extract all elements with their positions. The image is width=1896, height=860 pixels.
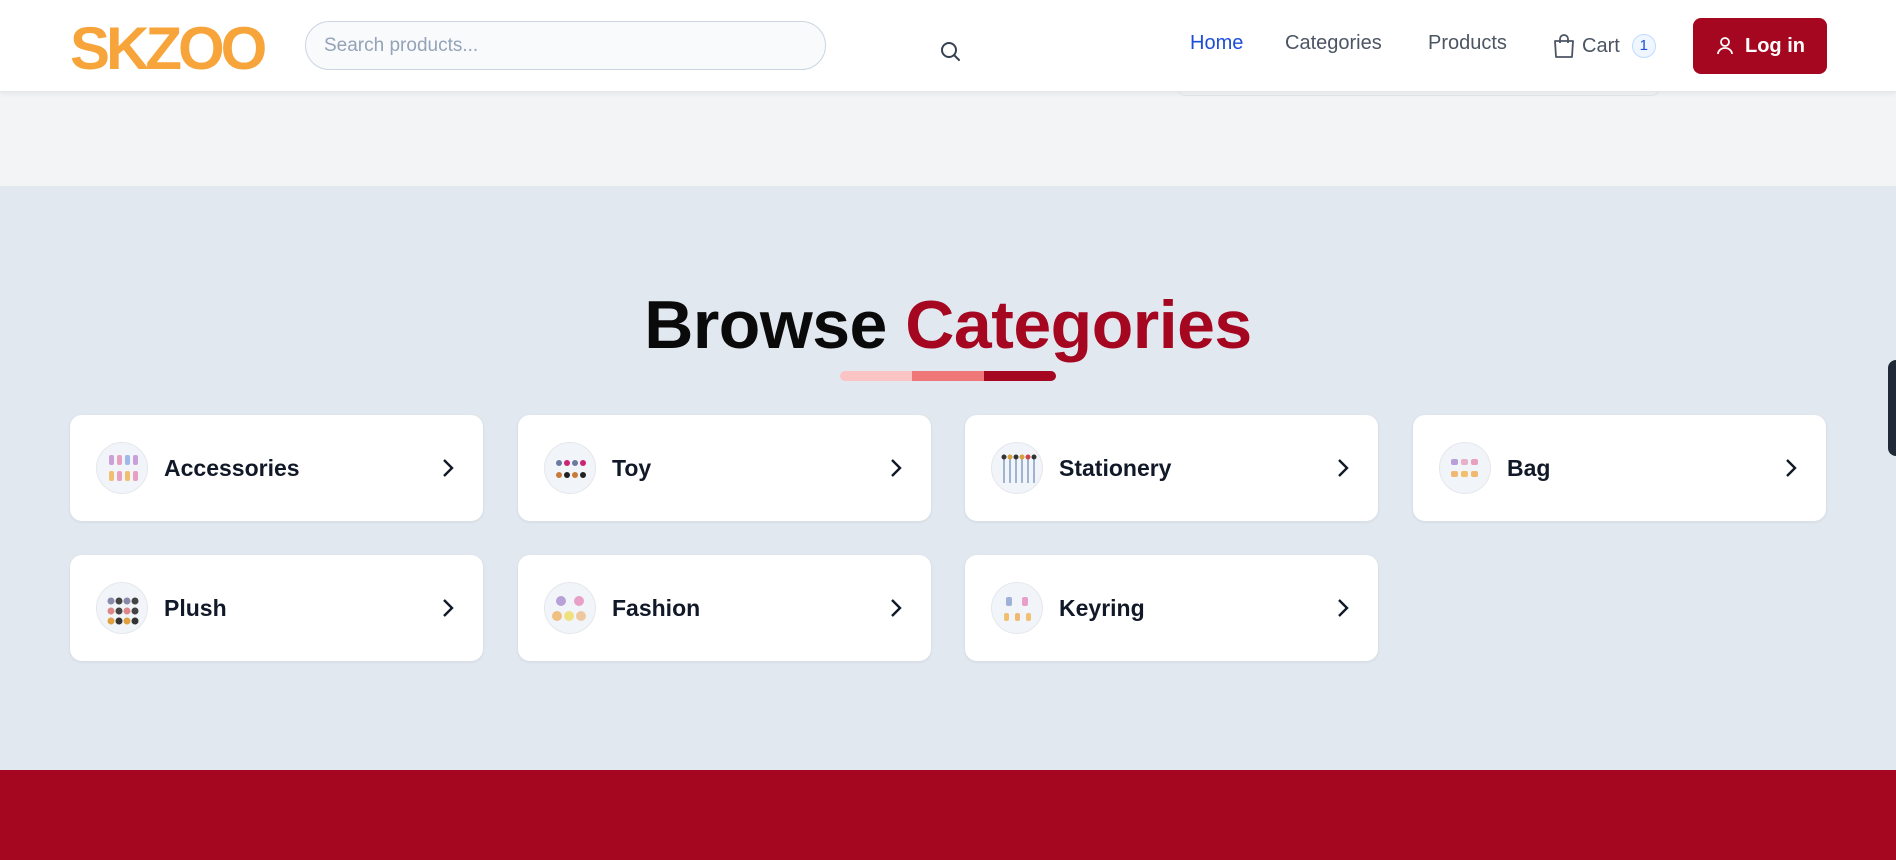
chevron-right-icon	[1786, 459, 1797, 477]
chevron-right-icon	[1338, 599, 1349, 617]
category-label: Plush	[164, 594, 227, 621]
section-title-part1: Browse	[644, 287, 887, 363]
login-label: Log in	[1745, 34, 1805, 57]
category-card-keyring[interactable]: Keyring	[965, 555, 1378, 661]
category-label: Fashion	[612, 594, 701, 621]
category-label: Bag	[1507, 454, 1551, 481]
category-thumbnail	[544, 442, 596, 494]
category-thumbnail	[991, 442, 1043, 494]
chevron-right-icon	[443, 599, 454, 617]
category-card-plush[interactable]: Plush	[70, 555, 483, 661]
chevron-right-icon	[1338, 459, 1349, 477]
category-thumbnail	[96, 582, 148, 634]
cart-link[interactable]: Cart 1	[1552, 30, 1656, 62]
category-card-stationery[interactable]: Stationery	[965, 415, 1378, 521]
category-thumbnail	[544, 582, 596, 634]
category-label: Stationery	[1059, 454, 1172, 481]
chevron-right-icon	[891, 459, 902, 477]
footer-band	[0, 770, 1896, 860]
nav-products[interactable]: Products	[1428, 32, 1507, 55]
chevron-right-icon	[443, 459, 454, 477]
category-label: Keyring	[1059, 594, 1145, 621]
login-button[interactable]: Log in	[1693, 18, 1827, 74]
category-label: Accessories	[164, 454, 300, 481]
skzoo-logo[interactable]: SKZOO	[70, 16, 276, 76]
previous-section-band	[0, 92, 1896, 186]
category-card-toy[interactable]: Toy	[518, 415, 931, 521]
title-underline	[840, 371, 1056, 381]
user-icon	[1717, 37, 1733, 55]
category-thumbnail	[1439, 442, 1491, 494]
cart-count-badge: 1	[1631, 34, 1656, 58]
search-icon[interactable]	[937, 38, 965, 66]
site-header: SKZOO Home Categories Products Cart 1 Lo…	[0, 0, 1896, 92]
search-input[interactable]	[305, 21, 826, 70]
logo-text: SKZOO	[70, 16, 266, 76]
browse-categories-section: Browse Categories Accessories Toy Statio…	[0, 186, 1896, 770]
nav-categories[interactable]: Categories	[1285, 32, 1382, 55]
category-card-bag[interactable]: Bag	[1413, 415, 1826, 521]
section-title: Browse Categories	[0, 286, 1896, 364]
shopping-bag-icon	[1554, 34, 1574, 58]
category-thumbnail	[96, 442, 148, 494]
category-card-accessories[interactable]: Accessories	[70, 415, 483, 521]
category-card-fashion[interactable]: Fashion	[518, 555, 931, 661]
chevron-right-icon	[891, 599, 902, 617]
side-feedback-tab[interactable]	[1888, 360, 1896, 456]
section-title-part2: Categories	[905, 287, 1252, 363]
category-label: Toy	[612, 454, 652, 481]
category-thumbnail	[991, 582, 1043, 634]
cart-label: Cart	[1582, 34, 1620, 57]
nav-home[interactable]: Home	[1190, 32, 1243, 55]
